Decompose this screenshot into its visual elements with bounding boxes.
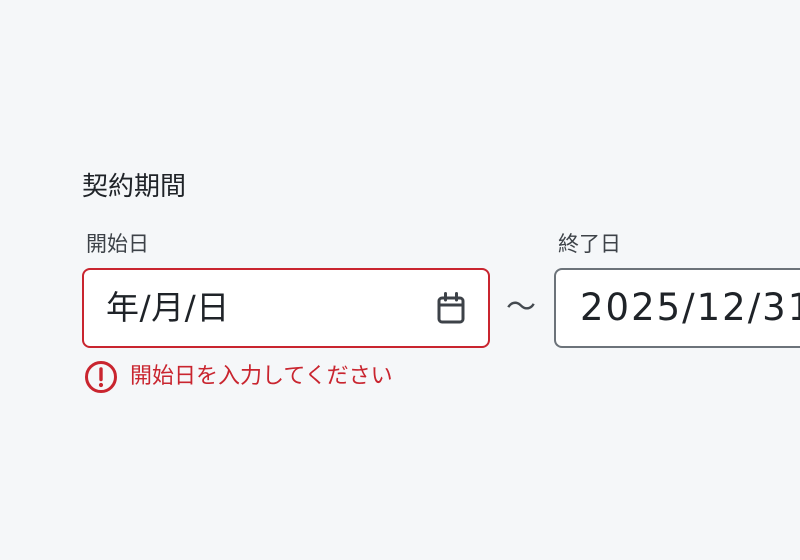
calendar-icon-graphic xyxy=(437,292,465,324)
end-date-value: 2025/12/31 xyxy=(580,286,800,329)
calendar-icon[interactable] xyxy=(436,291,466,325)
error-message: 開始日を入力してください xyxy=(130,364,393,389)
error-circle-icon xyxy=(84,360,118,394)
start-date-error: 開始日を入力してください xyxy=(84,360,393,394)
start-date-label: 開始日 xyxy=(86,232,149,256)
start-date-placeholder: 年/月/日 xyxy=(106,288,230,327)
date-range-legend: 契約期間 xyxy=(82,172,187,202)
end-date-label: 終了日 xyxy=(558,232,621,256)
end-date-input[interactable]: 2025/12/31 xyxy=(554,268,800,348)
start-date-input[interactable]: 年/月/日 xyxy=(82,268,490,348)
range-separator: 〜 xyxy=(506,290,536,325)
